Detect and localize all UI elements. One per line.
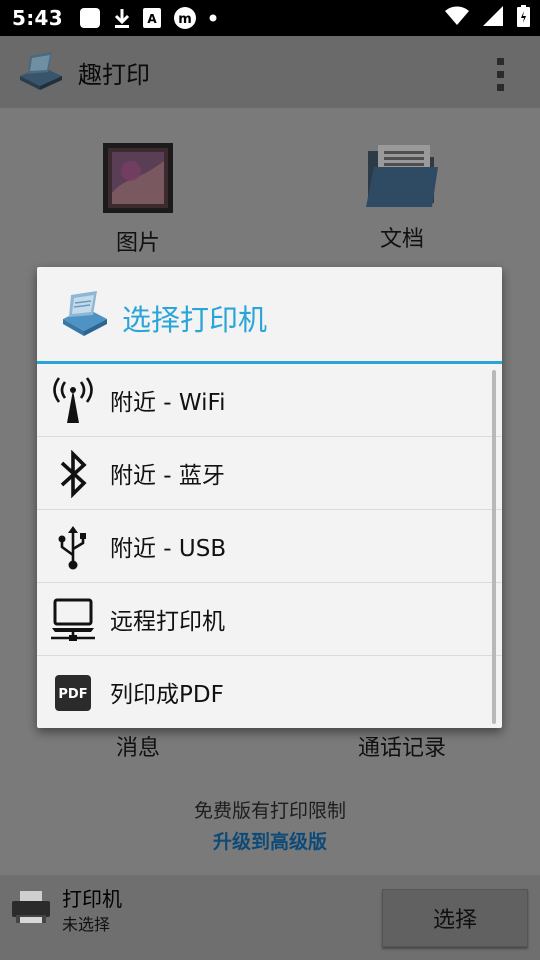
usb-icon (49, 524, 97, 570)
wifi-icon (445, 6, 469, 30)
overflow-menu-icon[interactable] (497, 58, 504, 91)
download-icon (113, 7, 131, 29)
signal-icon (483, 6, 503, 30)
square-notification-icon (79, 7, 101, 29)
pdf-icon: PDF (49, 670, 97, 716)
tile-photos-label: 图片 (115, 231, 160, 256)
bluetooth-icon (49, 450, 97, 498)
app-title: 趣打印 (78, 60, 150, 89)
tile-call-log-label: 通话记录 (357, 736, 446, 761)
dot-icon (209, 14, 217, 22)
app-logo-icon (18, 50, 64, 94)
option-nearby-usb[interactable]: 附近 - USB (37, 510, 502, 583)
svg-text:PDF: PDF (58, 687, 87, 702)
select-printer-dialog: 选择打印机 附近 - WiFi 附近 - 蓝牙 附近 - USB 远程打印机 P… (37, 267, 502, 728)
folder-documents-icon (302, 143, 502, 213)
tile-call-log[interactable]: 通话记录 (302, 722, 502, 762)
m-badge-icon: m (173, 6, 197, 30)
svg-text:A: A (147, 12, 157, 26)
tile-documents[interactable]: 文档 (302, 143, 502, 253)
upgrade-link[interactable]: 升级到高级版 (0, 827, 540, 854)
option-label: 附近 - USB (110, 536, 227, 562)
dialog-scrollbar[interactable] (492, 370, 496, 724)
promo-free-limit: 免费版有打印限制 (193, 800, 346, 822)
battery-icon (517, 5, 530, 31)
tile-documents-label: 文档 (379, 227, 424, 252)
photo-icon (38, 143, 238, 217)
promo: 免费版有打印限制 升级到高级版 (0, 796, 540, 854)
status-time: 5:43 (12, 6, 63, 30)
option-label: 附近 - WiFi (110, 390, 226, 416)
printer-icon (10, 889, 52, 929)
a-badge-icon: A (142, 8, 161, 28)
option-label: 列印成PDF (110, 682, 224, 708)
tile-photos[interactable]: 图片 (38, 143, 238, 257)
option-remote-printer[interactable]: 远程打印机 (37, 583, 502, 656)
option-nearby-bluetooth[interactable]: 附近 - 蓝牙 (37, 437, 502, 510)
printer-title: 打印机 (62, 887, 122, 911)
app-bar: 趣打印 (0, 36, 540, 108)
svg-text:m: m (178, 12, 192, 27)
bottom-printer-bar: 打印机 未选择 选择 (0, 875, 540, 960)
wifi-antenna-icon (49, 377, 97, 424)
remote-computer-icon (49, 597, 97, 643)
status-bar: 5:43 A m (0, 0, 540, 36)
select-printer-button[interactable]: 选择 (382, 889, 528, 947)
option-print-to-pdf[interactable]: PDF 列印成PDF (37, 656, 502, 728)
tile-messages[interactable]: 消息 (38, 722, 238, 762)
option-label: 远程打印机 (110, 609, 225, 635)
dialog-header: 选择打印机 (37, 267, 502, 364)
printer-logo-icon (61, 289, 109, 341)
option-nearby-wifi[interactable]: 附近 - WiFi (37, 364, 502, 437)
option-label: 附近 - 蓝牙 (110, 463, 225, 489)
printer-status: 未选择 (62, 915, 111, 934)
tile-messages-label: 消息 (115, 736, 160, 761)
dialog-title: 选择打印机 (122, 303, 268, 337)
